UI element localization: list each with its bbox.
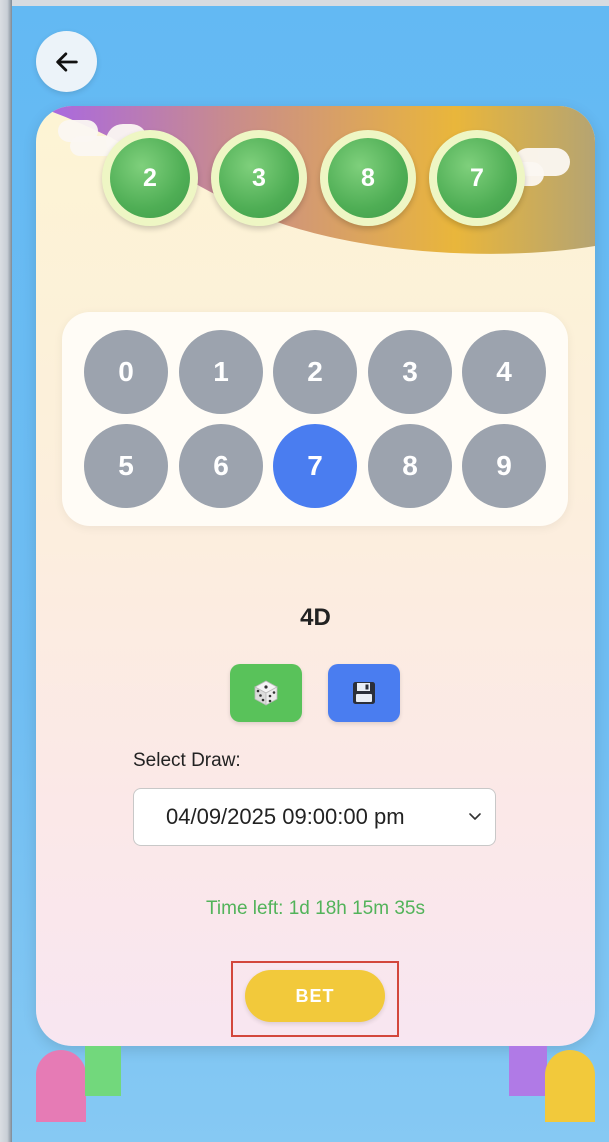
digit-key-1[interactable]: 1	[179, 330, 263, 414]
digit-key-9[interactable]: 9	[462, 424, 546, 508]
window-frame-edge	[0, 0, 12, 1142]
result-ball: 7	[429, 130, 525, 226]
pink-pillar-decoration	[36, 1050, 86, 1122]
purple-block-decoration	[509, 1046, 547, 1096]
result-ball: 3	[211, 130, 307, 226]
result-ball: 8	[320, 130, 416, 226]
floppy-disk-icon	[353, 682, 375, 704]
random-pick-button[interactable]	[230, 664, 302, 722]
result-ball-number: 8	[328, 138, 408, 218]
digit-key-6[interactable]: 6	[179, 424, 263, 508]
save-numbers-button[interactable]	[328, 664, 400, 722]
result-ball-number: 3	[219, 138, 299, 218]
select-draw-label: Select Draw:	[133, 750, 241, 771]
yellow-pillar-decoration	[545, 1050, 595, 1122]
game-mode-label: 4D	[300, 604, 331, 631]
digit-key-4[interactable]: 4	[462, 330, 546, 414]
game-screen: 2 3 8 7 0 1 2 3 4 5 6 7 8 9 4D Select Dr…	[12, 6, 609, 1142]
result-ball-number: 2	[110, 138, 190, 218]
arrow-left-icon	[55, 51, 78, 72]
bet-card: 2 3 8 7 0 1 2 3 4 5 6 7 8 9 4D Select Dr…	[36, 106, 595, 1046]
dice-icon	[254, 680, 278, 706]
green-block-decoration	[85, 1046, 121, 1096]
selected-draw-value: 04/09/2025 09:00:00 pm	[166, 804, 405, 829]
digit-key-0[interactable]: 0	[84, 330, 168, 414]
result-ball-number: 7	[437, 138, 517, 218]
result-ball: 2	[102, 130, 198, 226]
draw-select-dropdown[interactable]: 04/09/2025 09:00:00 pm	[133, 788, 496, 846]
back-button[interactable]	[36, 31, 97, 92]
digit-key-2[interactable]: 2	[273, 330, 357, 414]
digit-key-8[interactable]: 8	[368, 424, 452, 508]
winning-numbers: 2 3 8 7	[102, 130, 525, 230]
digit-key-3[interactable]: 3	[368, 330, 452, 414]
bet-button[interactable]: BET	[245, 970, 385, 1022]
digit-key-5[interactable]: 5	[84, 424, 168, 508]
number-keypad: 0 1 2 3 4 5 6 7 8 9	[62, 312, 568, 526]
time-left-countdown: Time left: 1d 18h 15m 35s	[206, 898, 425, 919]
chevron-down-icon	[469, 813, 481, 820]
digit-key-7[interactable]: 7	[273, 424, 357, 508]
